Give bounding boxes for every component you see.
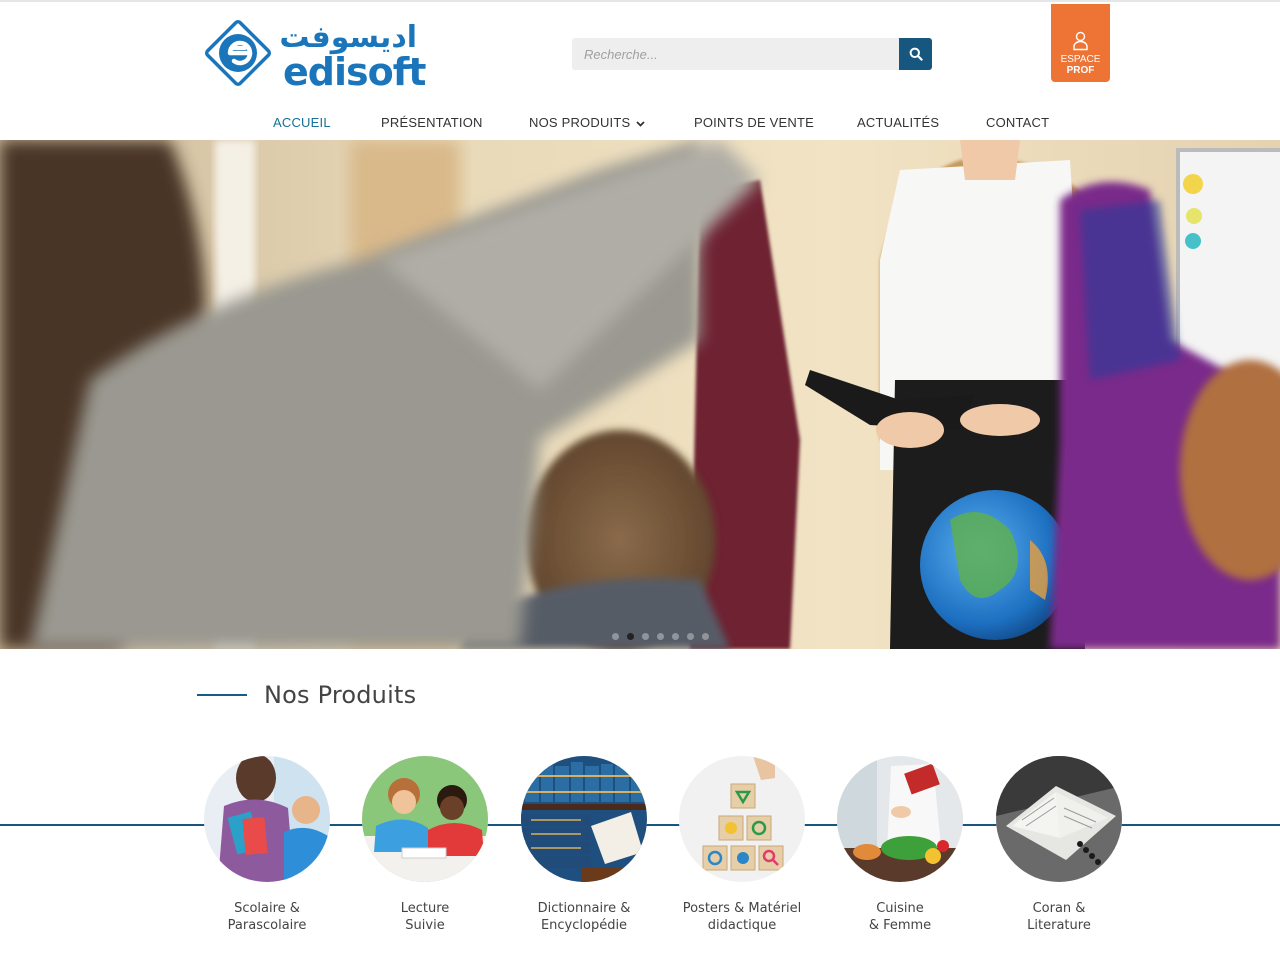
product-label-line2: & Femme (868, 918, 932, 933)
products-title: Nos Produits (264, 681, 417, 709)
logo-latin-text: edisoft (283, 50, 426, 94)
nav-item-actualites[interactable]: ACTUALITÉS (857, 110, 939, 136)
nav-item-accueil[interactable]: ACCUEIL (273, 110, 331, 136)
students-image (204, 756, 330, 882)
product-image (521, 756, 647, 882)
product-coran-literature[interactable]: Coran & Literature (979, 756, 1139, 934)
nav-item-nos-produits[interactable]: NOS PRODUITS (529, 110, 645, 136)
nav-item-nos-produits-label: NOS PRODUITS (529, 115, 631, 130)
product-scolaire-parascolaire[interactable]: Scolaire & Parascolaire (187, 756, 347, 934)
product-label: Cuisine & Femme (820, 900, 980, 934)
books-image (521, 756, 647, 882)
product-label-line2: Parascolaire (227, 918, 307, 933)
product-posters-materiel-didactique[interactable]: Posters & Matériel didactique (662, 756, 822, 934)
user-icon (1073, 31, 1088, 51)
hero-slider[interactable] (0, 140, 1280, 649)
product-label-line2: Literature (1027, 918, 1091, 933)
kitchen-cooking-image (837, 756, 963, 882)
product-label-line2: Encyclopédie (540, 918, 628, 933)
product-label-line1: Posters & Matériel (682, 901, 802, 916)
product-dictionnaire-encyclopedie[interactable]: Dictionnaire & Encyclopédie (504, 756, 664, 934)
product-label: Dictionnaire & Encyclopédie (504, 900, 664, 934)
espace-prof-line1: ESPACE (1060, 54, 1101, 65)
product-image (837, 756, 963, 882)
products-section-title: Nos Produits (197, 680, 416, 710)
quran-book-image (996, 756, 1122, 882)
title-accent-line (197, 694, 247, 696)
product-label: Posters & Matériel didactique (662, 900, 822, 934)
edisoft-logo[interactable]: اديسوفت edisoft (203, 18, 426, 94)
product-image (679, 756, 805, 882)
product-label-line1: Scolaire & (234, 901, 300, 916)
product-label-line1: Coran & (1032, 901, 1086, 916)
product-label: Scolaire & Parascolaire (187, 900, 347, 934)
product-label: Coran & Literature (979, 900, 1139, 934)
wooden-blocks-image (679, 756, 805, 882)
product-label-line1: Cuisine (876, 901, 924, 916)
children-reading-image (362, 756, 488, 882)
product-label-line1: Dictionnaire & (537, 901, 631, 916)
logo-emblem-icon (204, 19, 272, 87)
main-navigation: ACCUEIL PRÉSENTATION NOS PRODUITS POINTS… (0, 110, 1280, 138)
product-label-line2: Suivie (405, 918, 445, 933)
chevron-down-icon (636, 120, 645, 127)
product-image (362, 756, 488, 882)
nav-item-presentation[interactable]: PRÉSENTATION (381, 110, 483, 136)
hero-classroom-image (0, 140, 1280, 649)
nav-item-contact[interactable]: CONTACT (986, 110, 1049, 136)
product-image (204, 756, 330, 882)
site-header: اديسوفت edisoft ESPACE PROF ACCUEIL PRÉS… (0, 0, 1280, 140)
slider-dot[interactable] (687, 633, 694, 640)
slider-dot[interactable] (612, 633, 619, 640)
espace-prof-line2: PROF (1066, 65, 1095, 76)
product-lecture-suivie[interactable]: Lecture Suivie (345, 756, 505, 934)
espace-prof-button[interactable]: ESPACE PROF (1051, 4, 1110, 82)
search-input[interactable] (572, 38, 899, 70)
slider-dot[interactable] (672, 633, 679, 640)
product-label-line2: didactique (707, 918, 777, 933)
product-label-line1: Lecture (400, 901, 450, 916)
slider-dot-active[interactable] (627, 633, 634, 640)
slider-dot[interactable] (702, 633, 709, 640)
product-label: Lecture Suivie (345, 900, 505, 934)
slider-dot[interactable] (642, 633, 649, 640)
product-cuisine-femme[interactable]: Cuisine & Femme (820, 756, 980, 934)
slider-pagination (612, 633, 709, 640)
product-image (996, 756, 1122, 882)
nav-item-points-de-vente[interactable]: POINTS DE VENTE (694, 110, 814, 136)
search-icon (909, 47, 923, 61)
slider-dot[interactable] (657, 633, 664, 640)
search-form (572, 38, 932, 70)
search-button[interactable] (899, 38, 932, 70)
